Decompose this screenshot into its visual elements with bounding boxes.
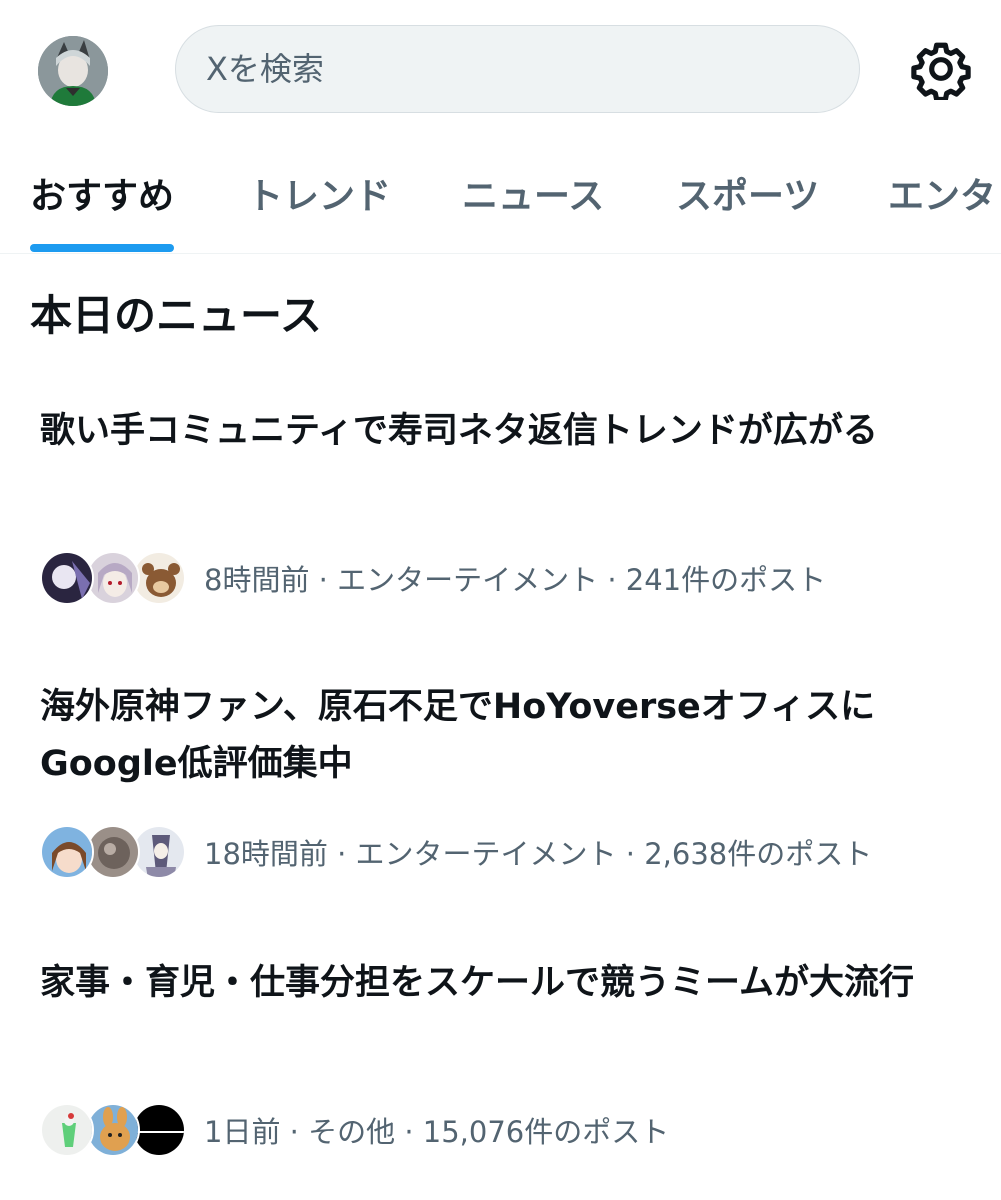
news-headline: 家事・育児・仕事分担をスケールで競うミームが大流行 bbox=[40, 963, 914, 1003]
news-meta: 8時間前 · エンターテイメント · 241件のポスト bbox=[204, 563, 827, 597]
news-headline: 歌い手コミュニティで寿司ネタ返信トレンドが広がる bbox=[40, 411, 878, 451]
news-headline: 海外原神ファン、原石不足でHoYoverseオフィスにGoogle低評価集中 bbox=[40, 687, 876, 784]
avatar bbox=[40, 551, 94, 605]
search-box[interactable] bbox=[175, 25, 860, 113]
active-tab-indicator bbox=[30, 244, 175, 252]
avatar-stack bbox=[40, 550, 190, 606]
tab-label: トレンド bbox=[247, 176, 392, 217]
search-input[interactable] bbox=[206, 50, 806, 88]
tab-label: スポーツ bbox=[676, 176, 820, 217]
avatar bbox=[86, 825, 140, 879]
tab-news[interactable]: ニュース bbox=[462, 140, 605, 253]
avatar bbox=[40, 825, 94, 879]
avatar bbox=[132, 551, 186, 605]
top-bar bbox=[0, 0, 1001, 140]
news-meta-row: 8時間前 · エンターテイメント · 241件のポスト bbox=[40, 550, 980, 606]
avatar-stack bbox=[40, 1102, 190, 1158]
avatar bbox=[132, 1103, 186, 1157]
news-meta-row: 1日前 · その他 · 15,076件のポスト bbox=[40, 1102, 980, 1158]
news-item[interactable]: 歌い手コミュニティで寿司ネタ返信トレンドが広がる 8時間前 · エンターテイメン… bbox=[0, 400, 1001, 630]
tab-label: ニュース bbox=[462, 176, 605, 217]
avatar bbox=[40, 1103, 94, 1157]
news-item[interactable]: 家事・育児・仕事分担をスケールで競うミームが大流行 1日前 · その他 · 15… bbox=[0, 952, 1001, 1182]
profile-avatar[interactable] bbox=[38, 36, 108, 106]
tab-recommended[interactable]: おすすめ bbox=[30, 140, 175, 253]
avatar bbox=[132, 825, 186, 879]
avatar-stack bbox=[40, 824, 190, 880]
tab-entertainment[interactable]: エンタ bbox=[888, 140, 997, 253]
gear-icon[interactable] bbox=[910, 38, 972, 103]
news-meta: 1日前 · その他 · 15,076件のポスト bbox=[204, 1115, 670, 1149]
avatar bbox=[86, 1103, 140, 1157]
explore-tabs: おすすめ トレンド ニュース スポーツ エンタ bbox=[0, 140, 1001, 254]
section-title: 本日のニュース bbox=[30, 291, 322, 340]
tab-label: おすすめ bbox=[30, 176, 175, 217]
tab-sports[interactable]: スポーツ bbox=[676, 140, 820, 253]
tab-label: エンタ bbox=[888, 176, 997, 217]
news-meta: 18時間前 · エンターテイメント · 2,638件のポスト bbox=[204, 837, 873, 871]
news-meta-row: 18時間前 · エンターテイメント · 2,638件のポスト bbox=[40, 824, 980, 880]
news-item[interactable]: 海外原神ファン、原石不足でHoYoverseオフィスにGoogle低評価集中 1… bbox=[0, 676, 1001, 906]
avatar bbox=[86, 551, 140, 605]
tab-trending[interactable]: トレンド bbox=[247, 140, 392, 253]
